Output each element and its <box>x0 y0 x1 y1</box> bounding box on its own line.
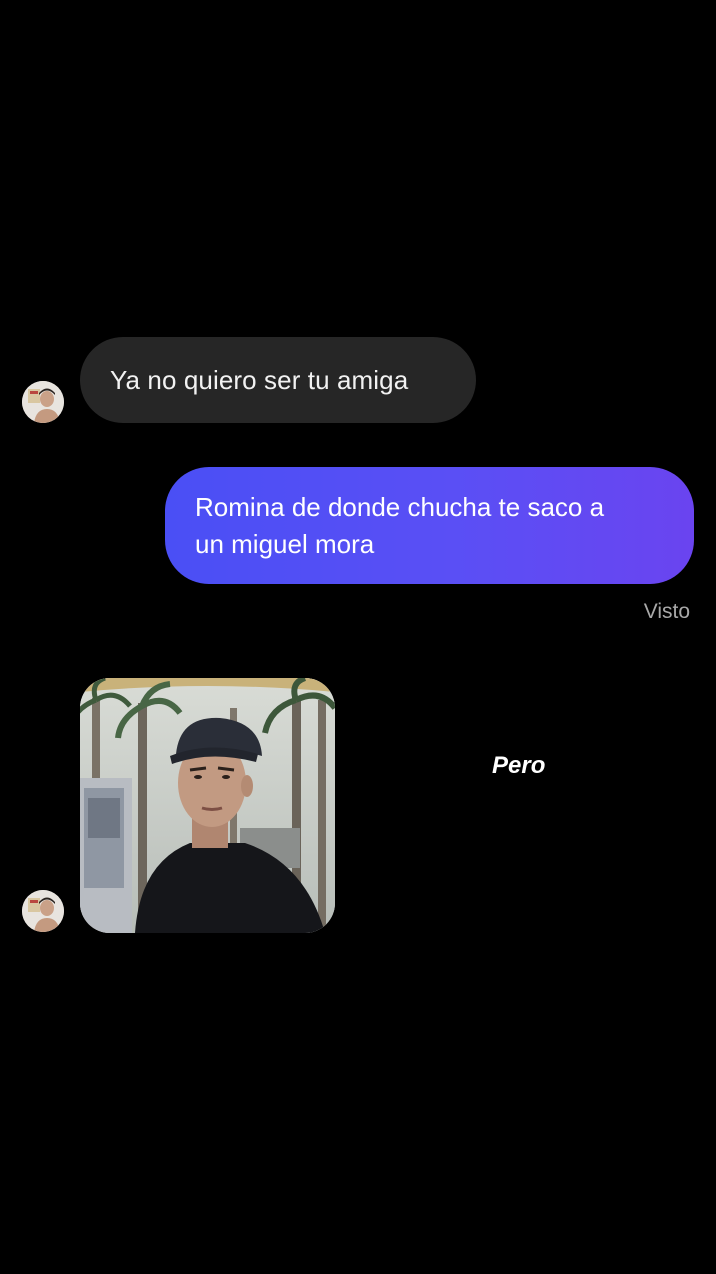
contact-avatar-icon-2[interactable] <box>22 890 64 932</box>
received-message-bubble[interactable]: Ya no quiero ser tu amiga <box>80 337 476 423</box>
sent-message-text-line-2: un miguel mora <box>195 529 375 559</box>
contact-avatar-icon[interactable] <box>22 381 64 423</box>
sent-message-bubble[interactable]: Romina de donde chucha te saco a un migu… <box>165 467 694 584</box>
overlay-caption: Pero <box>492 752 546 779</box>
photo-message[interactable] <box>80 678 335 933</box>
seen-status: Visto <box>643 600 690 623</box>
sent-message-text-line-1: Romina de donde chucha te saco a <box>195 492 605 522</box>
photo-of-young-man-in-cap-icon <box>80 678 335 933</box>
received-message-text: Ya no quiero ser tu amiga <box>110 364 409 395</box>
